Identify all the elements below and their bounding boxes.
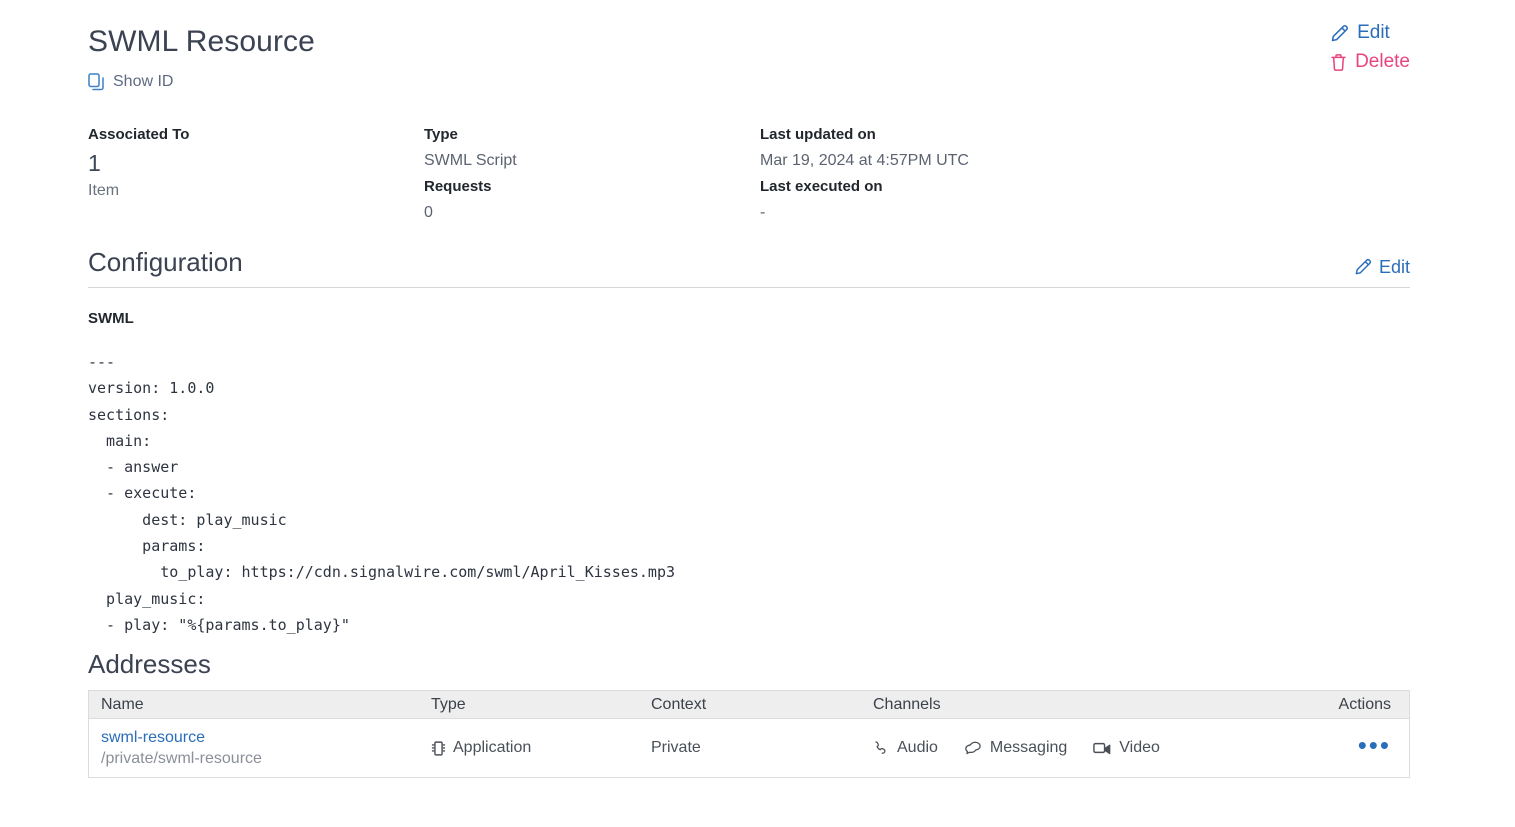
context-text: Private (651, 739, 701, 757)
swml-resource-page: SWML Resource Show ID (0, 0, 1515, 827)
video-icon (1093, 741, 1111, 755)
chat-icon (964, 740, 982, 756)
meta-timestamps: Last updated on Mar 19, 2024 at 4:57PM U… (760, 124, 1410, 226)
show-id-button[interactable]: Show ID (88, 72, 173, 92)
requests-value: 0 (424, 200, 760, 226)
channel-messaging-label: Messaging (990, 739, 1067, 757)
edit-label: Edit (1357, 22, 1390, 44)
table-header-row: Name Type Context Channels Actions (89, 691, 1409, 719)
addresses-title: Addresses (88, 648, 211, 680)
resource-meta: Associated To 1 Item Type SWML Script Re… (88, 124, 1410, 226)
meta-type-requests: Type SWML Script Requests 0 (424, 124, 760, 226)
column-header-context: Context (651, 695, 873, 715)
trash-icon (1330, 53, 1347, 72)
delete-label: Delete (1355, 51, 1410, 73)
page-header: SWML Resource Show ID (88, 22, 1410, 92)
type-value: SWML Script (424, 148, 760, 174)
cell-type: Application (431, 739, 651, 757)
channel-messaging: Messaging (964, 739, 1067, 757)
configuration-edit-label: Edit (1379, 256, 1410, 278)
type-label: Type (424, 124, 760, 146)
type-text: Application (453, 739, 531, 757)
requests-label: Requests (424, 176, 760, 198)
last-executed-label: Last executed on (760, 176, 1410, 198)
cell-name: swml-resource /private/swml-resource (89, 728, 431, 769)
channel-audio-label: Audio (897, 739, 938, 757)
last-updated-label: Last updated on (760, 124, 1410, 146)
last-executed-value: - (760, 200, 1410, 226)
cell-context: Private (651, 739, 873, 757)
associated-to-count: 1 (88, 148, 424, 178)
configuration-title: Configuration (88, 246, 243, 278)
column-header-name: Name (89, 695, 431, 715)
cell-actions: ••• (1323, 738, 1409, 759)
delete-button[interactable]: Delete (1330, 51, 1410, 73)
address-path: /private/swml-resource (101, 750, 262, 767)
associated-to-label: Associated To (88, 124, 424, 146)
last-updated-value: Mar 19, 2024 at 4:57PM UTC (760, 148, 1410, 174)
show-id-label: Show ID (113, 72, 173, 92)
associated-to-unit: Item (88, 178, 424, 204)
column-header-actions: Actions (1323, 695, 1409, 715)
header-actions: Edit Delete (1330, 22, 1410, 73)
chip-icon (431, 740, 446, 757)
copy-icon (88, 73, 105, 91)
channel-video-label: Video (1119, 739, 1160, 757)
pencil-icon (1330, 24, 1349, 43)
swml-label: SWML (88, 308, 134, 330)
column-header-type: Type (431, 695, 651, 715)
edit-button[interactable]: Edit (1330, 22, 1390, 44)
configuration-edit-button[interactable]: Edit (1354, 256, 1410, 278)
addresses-table: Name Type Context Channels Actions swml-… (88, 690, 1410, 778)
cell-channels: Audio Messaging (873, 739, 1323, 757)
meta-associated-to: Associated To 1 Item (88, 124, 424, 226)
phone-icon (873, 740, 889, 756)
row-actions-menu-button[interactable]: ••• (1358, 738, 1391, 752)
table-row: swml-resource /private/swml-resource App… (89, 719, 1409, 777)
page-title: SWML Resource (88, 22, 315, 62)
channel-video: Video (1093, 739, 1160, 757)
channel-audio: Audio (873, 739, 938, 757)
configuration-header: Configuration Edit (88, 246, 1410, 288)
title-block: SWML Resource Show ID (88, 22, 315, 92)
pencil-icon (1354, 258, 1372, 276)
address-link[interactable]: swml-resource (101, 728, 431, 748)
column-header-channels: Channels (873, 695, 1323, 715)
swml-code-block: --- version: 1.0.0 sections: main: - ans… (88, 349, 675, 638)
